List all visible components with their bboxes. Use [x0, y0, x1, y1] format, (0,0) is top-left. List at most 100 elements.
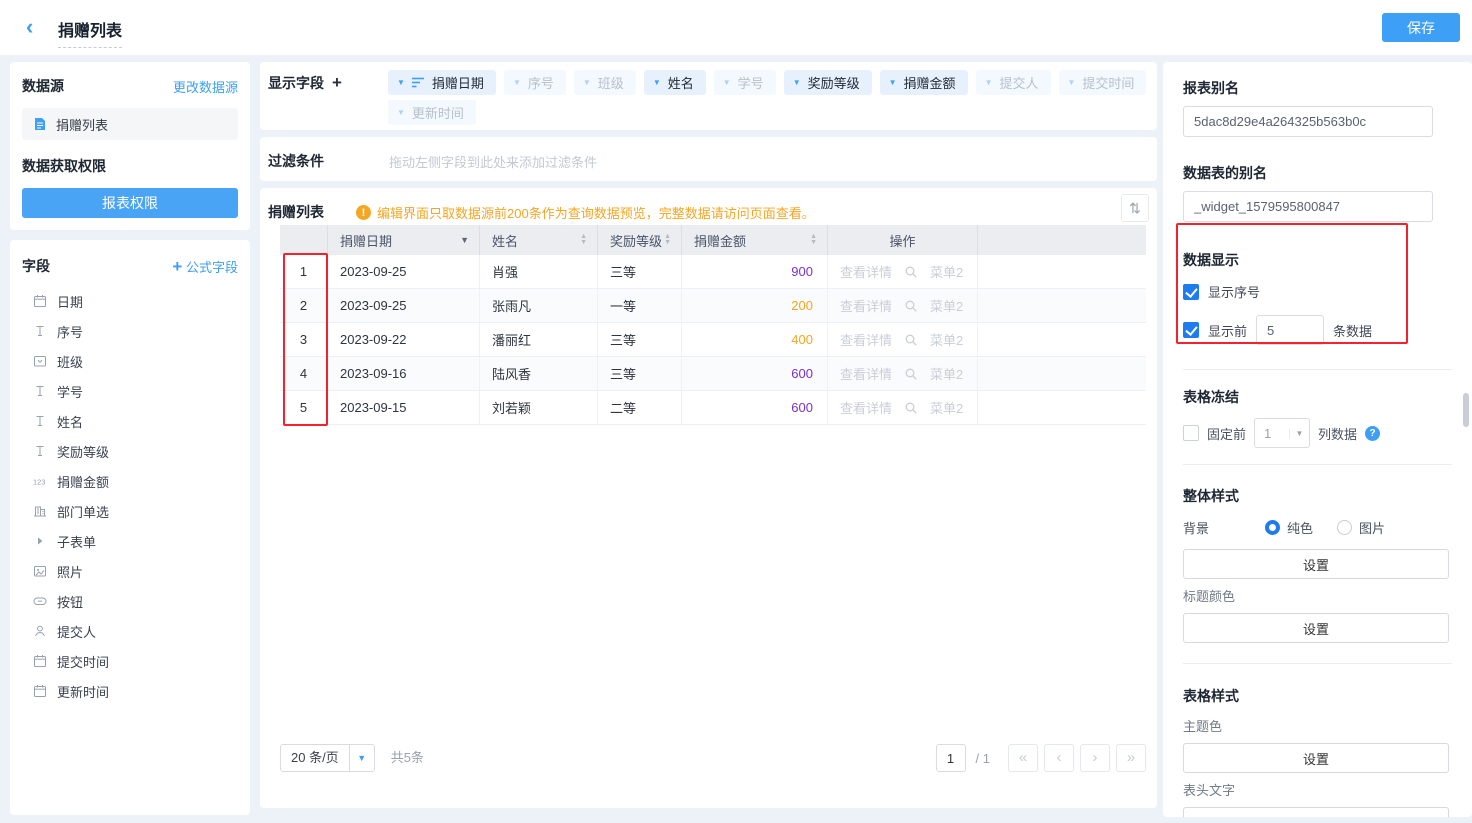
sort-order-button[interactable]: ⇅	[1121, 194, 1149, 222]
field-item[interactable]: 日期	[22, 286, 238, 316]
view-detail-link[interactable]: 查看详情	[840, 330, 892, 349]
select-icon	[32, 354, 48, 368]
view-detail-link[interactable]: 查看详情	[840, 398, 892, 417]
view-detail-link[interactable]: 查看详情	[840, 262, 892, 281]
field-item-label: 提交时间	[57, 652, 109, 671]
field-item[interactable]: 更新时间	[22, 676, 238, 706]
field-item[interactable]: 123捐赠金额	[22, 466, 238, 496]
save-button[interactable]: 保存	[1382, 13, 1460, 42]
field-item[interactable]: 班级	[22, 346, 238, 376]
column-header[interactable]: 姓名▲▼	[480, 225, 598, 255]
view-detail-link[interactable]: 查看详情	[840, 364, 892, 383]
display-field-chip[interactable]: ▼提交人	[976, 70, 1051, 95]
view-detail-link[interactable]: 查看详情	[840, 296, 892, 315]
help-icon[interactable]: ?	[1365, 426, 1380, 441]
table-row: 42023-09-16陆风香三等600查看详情菜单2	[280, 357, 1146, 391]
display-field-chip[interactable]: ▼捐赠日期	[388, 70, 496, 95]
show-first-checkbox[interactable]	[1183, 322, 1199, 338]
freeze-checkbox[interactable]	[1183, 425, 1199, 441]
chip-label: 提交时间	[1082, 73, 1134, 92]
first-page-button[interactable]: «	[1008, 744, 1038, 772]
display-field-chip[interactable]: ▼姓名	[644, 70, 706, 95]
back-icon[interactable]: ‹	[26, 14, 33, 40]
menu2-link[interactable]: 菜单2	[930, 330, 963, 349]
report-alias-input[interactable]	[1183, 106, 1433, 137]
field-item[interactable]: 学号	[22, 376, 238, 406]
change-datasource-link[interactable]: 更改数据源	[173, 77, 238, 96]
date-cell: 2023-09-22	[328, 323, 480, 356]
field-item[interactable]: 奖励等级	[22, 436, 238, 466]
theme-color-set-button[interactable]: 设置	[1183, 743, 1449, 773]
show-index-checkbox[interactable]	[1183, 284, 1199, 300]
action-cell: 查看详情 菜单2	[828, 255, 978, 288]
field-item[interactable]: 子表单	[22, 526, 238, 556]
last-page-button[interactable]: »	[1116, 744, 1146, 772]
magnifier-icon[interactable]	[904, 299, 918, 313]
header-text-label: 表头文字	[1183, 780, 1452, 799]
report-permission-button[interactable]: 报表权限	[22, 188, 238, 218]
menu2-link[interactable]: 菜单2	[930, 296, 963, 315]
magnifier-icon[interactable]	[904, 333, 918, 347]
magnifier-icon[interactable]	[904, 367, 918, 381]
filter-card: 过滤条件 拖动左侧字段到此处来添加过滤条件	[260, 137, 1157, 181]
filter-dropzone[interactable]: 拖动左侧字段到此处来添加过滤条件	[389, 152, 597, 171]
action-cell: 查看详情 菜单2	[828, 391, 978, 424]
column-header[interactable]: 奖励等级▲▼	[598, 225, 682, 255]
menu2-link[interactable]: 菜单2	[930, 364, 963, 383]
display-field-chip[interactable]: ▼更新时间	[388, 100, 476, 125]
scrollbar-thumb[interactable]	[1463, 393, 1469, 427]
column-header	[280, 225, 328, 255]
field-item[interactable]: 提交时间	[22, 646, 238, 676]
grade-cell: 三等	[598, 255, 682, 288]
add-display-field-button[interactable]: +	[332, 76, 342, 90]
field-item[interactable]: 姓名	[22, 406, 238, 436]
freeze-prefix-label: 固定前	[1207, 424, 1246, 443]
display-field-chip[interactable]: ▼提交时间	[1059, 70, 1147, 95]
page-size-select[interactable]: 20 条/页 ▼	[280, 744, 375, 772]
sort-both-icon: ▲▼	[664, 234, 671, 246]
display-field-chip[interactable]: ▼序号	[504, 70, 566, 95]
display-field-chip[interactable]: ▼班级	[574, 70, 636, 95]
background-set-button[interactable]: 设置	[1183, 549, 1449, 579]
image-radio[interactable]	[1337, 520, 1352, 535]
display-field-chips: ▼捐赠日期▼序号▼班级▼姓名▼学号▼奖励等级▼捐赠金额▼提交人▼提交时间▼更新时…	[388, 70, 1163, 130]
field-item[interactable]: 照片	[22, 556, 238, 586]
header-text-set-button[interactable]: 设置	[1183, 807, 1449, 817]
display-field-chip[interactable]: ▼捐赠金额	[880, 70, 968, 95]
field-item[interactable]: 序号	[22, 316, 238, 346]
field-item-label: 奖励等级	[57, 442, 109, 461]
warning-text: 编辑界面只取数据源前200条作为查询数据预览，完整数据请访问页面查看。	[377, 203, 815, 222]
menu2-link[interactable]: 菜单2	[930, 398, 963, 417]
magnifier-icon[interactable]	[904, 401, 918, 415]
column-header[interactable]: 捐赠金额▲▼	[682, 225, 828, 255]
field-item[interactable]: 部门单选	[22, 496, 238, 526]
freeze-count-select[interactable]: 1 ▼	[1254, 418, 1310, 448]
solid-color-label: 纯色	[1287, 518, 1313, 537]
datasource-item[interactable]: 捐赠列表	[22, 108, 238, 140]
field-item[interactable]: 按钮	[22, 586, 238, 616]
prev-page-button[interactable]: ‹	[1044, 744, 1074, 772]
chevron-down-icon: ▼	[349, 745, 374, 771]
display-field-chip[interactable]: ▼奖励等级	[784, 70, 872, 95]
display-field-chip[interactable]: ▼学号	[714, 70, 776, 95]
chevron-down-icon: ▼	[397, 109, 405, 117]
field-item[interactable]: 提交人	[22, 616, 238, 646]
title-color-set-button[interactable]: 设置	[1183, 613, 1449, 643]
freeze-heading: 表格冻结	[1183, 387, 1452, 407]
add-formula-field-link[interactable]: + 公式字段	[172, 257, 238, 276]
date-cell: 2023-09-16	[328, 357, 480, 390]
image-icon	[32, 564, 48, 578]
column-header[interactable]: 捐赠日期▼	[328, 225, 480, 255]
grade-cell: 三等	[598, 323, 682, 356]
table-row: 52023-09-15刘若颖二等600查看详情菜单2	[280, 391, 1146, 425]
column-header-label: 奖励等级	[610, 231, 662, 250]
next-page-button[interactable]: ›	[1080, 744, 1110, 772]
solid-color-radio[interactable]	[1265, 520, 1280, 535]
row-count-input[interactable]	[1256, 315, 1324, 345]
chip-label: 提交人	[999, 73, 1038, 92]
page-number-input[interactable]	[936, 744, 966, 772]
magnifier-icon[interactable]	[904, 265, 918, 279]
menu2-link[interactable]: 菜单2	[930, 262, 963, 281]
amount-cell: 600	[682, 391, 828, 424]
table-alias-input[interactable]	[1183, 191, 1433, 222]
